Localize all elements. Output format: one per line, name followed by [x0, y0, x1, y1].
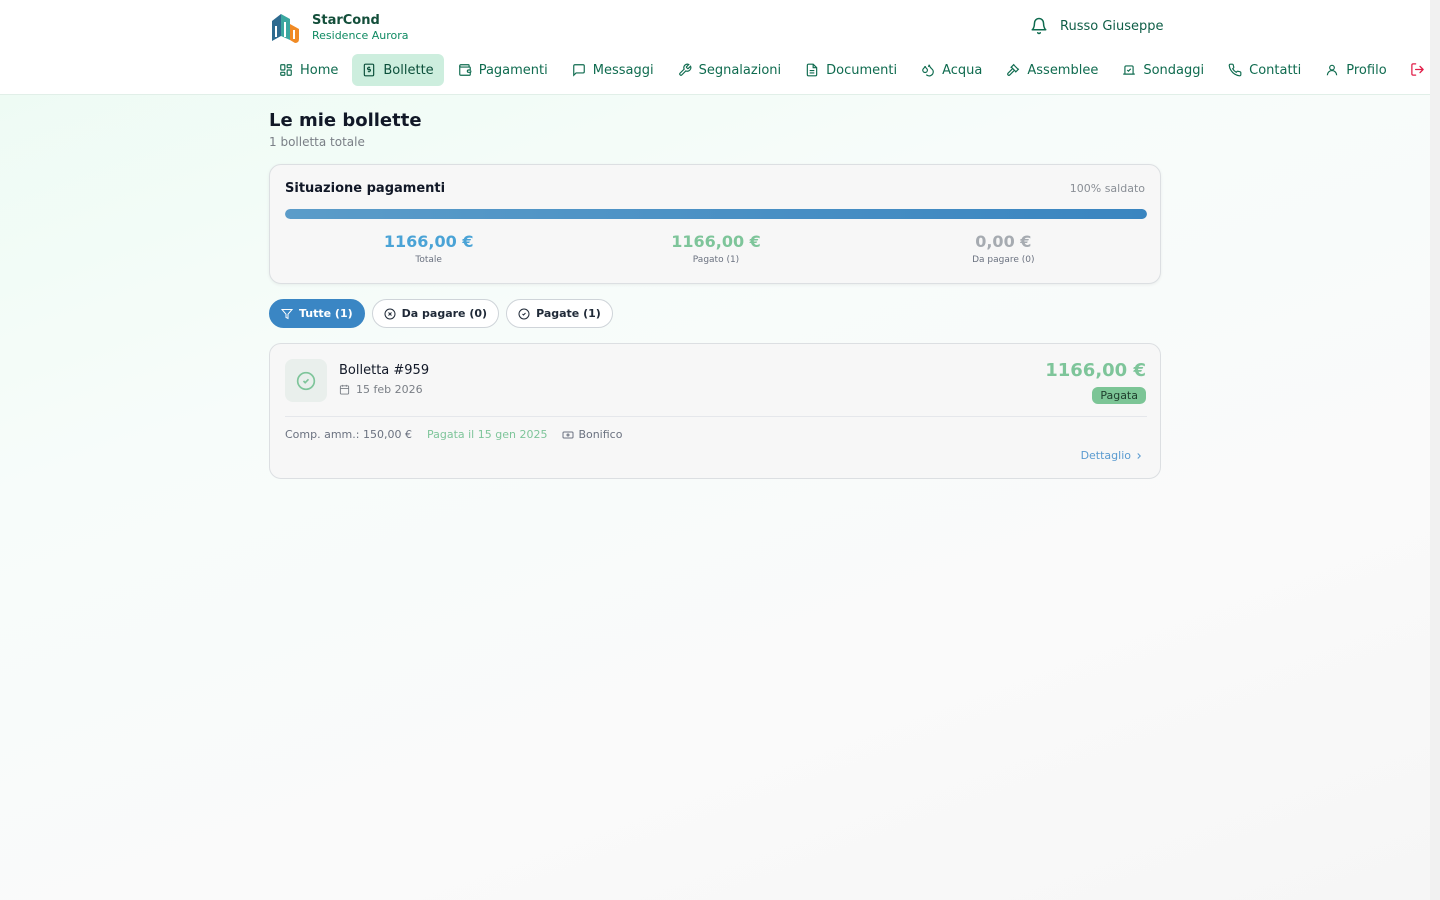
nav-label-segnalazioni: Segnalazioni	[698, 62, 782, 78]
main-nav: Home Bollette Pagamenti Messaggi Segnala…	[269, 54, 1401, 86]
bill-comp-amm: Comp. amm.: 150,00 €	[285, 428, 412, 441]
nav-item-documenti[interactable]: Documenti	[795, 54, 907, 86]
stat-pagato-label: Pagato (1)	[692, 255, 740, 265]
bill-detail-link[interactable]: Dettaglio	[1081, 449, 1144, 462]
nav-item-assemblee[interactable]: Assemblee	[996, 54, 1108, 86]
nav-label-assemblee: Assemblee	[1027, 62, 1099, 78]
user-menu[interactable]: Russo Giuseppe	[1030, 17, 1164, 35]
calendar-icon	[339, 384, 350, 395]
stat-da-pagare: 0,00 € Da pagare (0)	[860, 231, 1147, 265]
bill-amount: 1166,00 €	[1045, 360, 1146, 381]
nav-label-home: Home	[300, 62, 339, 78]
bill-method: Bonifico	[562, 428, 637, 441]
wallet-icon	[458, 64, 472, 76]
chevron-right-icon	[1137, 452, 1141, 459]
nav-item-segnalazioni[interactable]: Segnalazioni	[668, 54, 792, 86]
payment-progress-fill	[285, 209, 1147, 219]
summary-title: Situazione pagamenti	[285, 181, 446, 196]
bill-meta: Comp. amm.: 150,00 € Pagata il 15 gen 20…	[285, 428, 652, 441]
page-subtitle: 1 bolletta totale	[269, 135, 365, 149]
starcond-logo-icon	[272, 14, 299, 43]
stat-totale: 1166,00 € Totale	[285, 231, 572, 265]
nav-label-profilo: Profilo	[1346, 62, 1387, 78]
brand[interactable]: StarCond Residence Aurora	[268, 10, 409, 44]
bill-paid-on: Pagata il 15 gen 2025	[426, 428, 548, 441]
gavel-icon	[1007, 63, 1020, 76]
status-badge: Pagata	[1092, 387, 1146, 404]
nav-label-bollette: Bollette	[383, 62, 434, 78]
filter-icon	[281, 308, 293, 319]
filter-pagate-label: Pagate (1)	[536, 307, 601, 320]
bill-divider	[285, 416, 1147, 417]
bill-method-text: Bonifico	[578, 428, 623, 441]
page-scrollbar[interactable]	[1430, 0, 1440, 900]
user-name: Russo Giuseppe	[1060, 18, 1164, 34]
nav-label-pagamenti: Pagamenti	[478, 62, 548, 78]
bill-card[interactable]: Bolletta #959 15 feb 2026 1166,00 € Paga…	[269, 343, 1161, 479]
nav-item-bollette[interactable]: Bollette	[352, 54, 444, 86]
receipt-icon	[364, 63, 375, 77]
bill-date: 15 feb 2026	[339, 383, 423, 396]
stat-da-pagare-label: Da pagare (0)	[972, 255, 1035, 265]
payment-summary-card: Situazione pagamenti 100% saldato 1166,0…	[269, 164, 1161, 284]
stat-pagato-value: 1166,00 €	[671, 232, 761, 251]
nav-label-acqua: Acqua	[942, 62, 983, 78]
user-icon	[1327, 64, 1338, 76]
logout-icon[interactable]	[1410, 62, 1425, 77]
stat-totale-value: 1166,00 €	[383, 232, 474, 251]
filter-tutte-label: Tutte (1)	[299, 307, 353, 320]
top-header: StarCond Residence Aurora Russo Giuseppe…	[0, 0, 1430, 95]
check-circle-icon	[296, 371, 316, 390]
nav-label-documenti: Documenti	[826, 62, 898, 78]
document-icon	[806, 63, 818, 77]
bill-filters: Tutte (1) Da pagare (0) Pagate (1)	[269, 299, 1161, 328]
banknote-icon	[562, 431, 574, 438]
x-circle-icon	[384, 308, 396, 319]
page-title: Le mie bollette	[269, 110, 422, 131]
bill-detail-label: Dettaglio	[1080, 449, 1131, 462]
bill-status-icon-box	[285, 359, 327, 402]
nav-item-sondaggi[interactable]: Sondaggi	[1112, 54, 1214, 86]
chat-icon	[572, 64, 585, 77]
filter-da-pagare[interactable]: Da pagare (0)	[371, 299, 500, 328]
bell-icon[interactable]	[1030, 17, 1048, 35]
nav-label-messaggi: Messaggi	[592, 62, 654, 78]
grid-icon	[280, 64, 292, 76]
nav-item-pagamenti[interactable]: Pagamenti	[448, 54, 558, 86]
stat-da-pagare-value: 0,00 €	[975, 232, 1032, 251]
phone-icon	[1228, 63, 1242, 77]
nav-item-contatti[interactable]: Contatti	[1218, 54, 1311, 86]
brand-name: StarCond	[312, 12, 380, 28]
vote-icon	[1123, 65, 1136, 75]
check-circle-icon	[518, 308, 530, 319]
stat-pagato: 1166,00 € Pagato (1)	[572, 231, 859, 265]
main-content: Le mie bollette 1 bolletta totale Situaz…	[269, 108, 1161, 479]
stat-totale-label: Totale	[415, 255, 442, 265]
nav-label-sondaggi: Sondaggi	[1143, 62, 1205, 78]
nav-item-messaggi[interactable]: Messaggi	[562, 54, 664, 86]
wrench-icon	[678, 63, 692, 76]
nav-item-acqua[interactable]: Acqua	[911, 54, 992, 86]
summary-percent: 100% saldato	[1069, 182, 1145, 195]
summary-stats: 1166,00 € Totale 1166,00 € Pagato (1) 0,…	[285, 231, 1147, 265]
bill-date-text: 15 feb 2026	[356, 383, 423, 396]
droplets-icon	[922, 64, 934, 77]
filter-tutte[interactable]: Tutte (1)	[269, 299, 365, 328]
nav-item-home[interactable]: Home	[269, 54, 348, 86]
payment-progress-bar	[285, 209, 1147, 219]
nav-item-profilo[interactable]: Profilo	[1315, 54, 1396, 86]
bill-title: Bolletta #959	[339, 363, 430, 378]
filter-da-pagare-label: Da pagare (0)	[401, 307, 488, 320]
filter-pagate[interactable]: Pagate (1)	[506, 299, 613, 328]
nav-label-contatti: Contatti	[1249, 62, 1302, 78]
brand-subtitle: Residence Aurora	[312, 28, 409, 42]
